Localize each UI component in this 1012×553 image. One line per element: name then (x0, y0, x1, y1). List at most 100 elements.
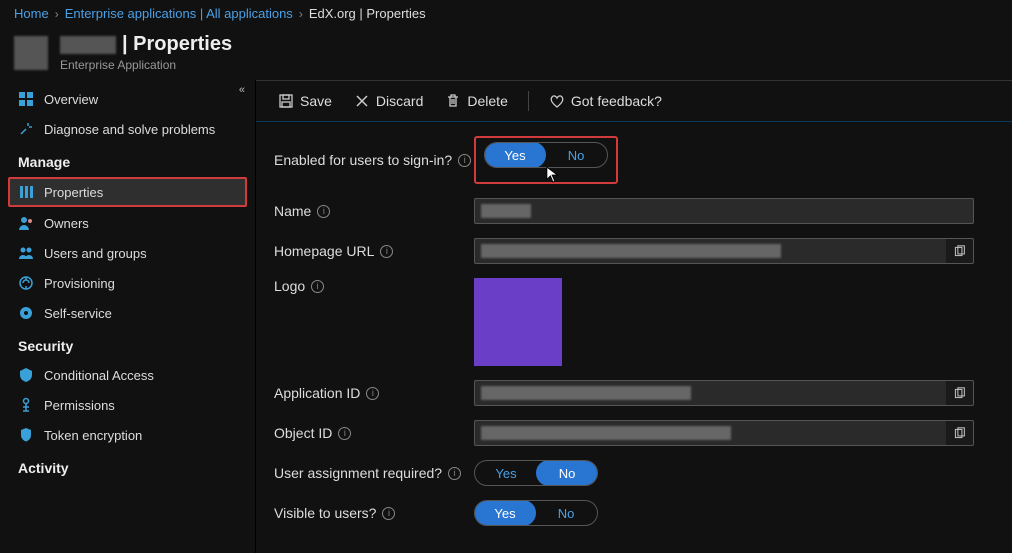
sidebar-item-token-encryption[interactable]: Token encryption (0, 420, 255, 450)
copy-homepage-button[interactable] (946, 238, 974, 264)
feedback-label: Got feedback? (571, 93, 662, 109)
assignment-no[interactable]: No (536, 460, 598, 486)
info-icon[interactable]: i (380, 245, 393, 258)
row-visible: Visible to users? i Yes No (274, 500, 994, 526)
discard-label: Discard (376, 93, 423, 109)
sidebar-item-permissions[interactable]: Permissions (0, 390, 255, 420)
enabled-no[interactable]: No (545, 143, 607, 167)
row-enabled: Enabled for users to sign-in? i Yes No (274, 136, 994, 184)
row-app-id: Application ID i (274, 380, 994, 406)
trash-icon (445, 93, 461, 109)
sidebar-item-users-groups[interactable]: Users and groups (0, 238, 255, 268)
sidebar-item-owners[interactable]: Owners (0, 208, 255, 238)
sidebar-item-self-service[interactable]: Self-service (0, 298, 255, 328)
visible-toggle[interactable]: Yes No (474, 500, 598, 526)
sidebar-item-label: Owners (44, 216, 89, 231)
label-app-id: Application ID (274, 385, 360, 401)
label-assignment: User assignment required? (274, 465, 442, 481)
overview-icon (18, 91, 34, 107)
row-homepage: Homepage URL i (274, 238, 994, 264)
label-object-id: Object ID (274, 425, 332, 441)
breadcrumb-current: EdX.org | Properties (309, 6, 426, 21)
chevron-right-icon: › (299, 7, 303, 21)
sidebar-item-label: Overview (44, 92, 98, 107)
nav-heading-manage: Manage (0, 144, 255, 176)
row-object-id: Object ID i (274, 420, 994, 446)
breadcrumb: Home › Enterprise applications | All app… (0, 0, 1012, 27)
homepage-input[interactable] (474, 238, 946, 264)
provisioning-icon (18, 275, 34, 291)
form-area: Enabled for users to sign-in? i Yes No (256, 122, 1012, 553)
save-label: Save (300, 93, 332, 109)
app-name-redacted (60, 36, 116, 54)
label-logo: Logo (274, 278, 305, 294)
app-logo-icon (14, 36, 48, 70)
copy-app-id-button[interactable] (946, 380, 974, 406)
row-logo: Logo i (274, 278, 994, 366)
delete-button[interactable]: Delete (437, 89, 515, 113)
permissions-icon (18, 397, 34, 413)
users-groups-icon (18, 245, 34, 261)
object-id-input[interactable] (474, 420, 946, 446)
sidebar-item-label: Token encryption (44, 428, 142, 443)
sidebar: « Overview Diagnose and solve problems M… (0, 80, 256, 553)
info-icon[interactable]: i (448, 467, 461, 480)
row-assignment: User assignment required? i Yes No (274, 460, 994, 486)
sidebar-item-label: Users and groups (44, 246, 147, 261)
label-enabled: Enabled for users to sign-in? (274, 152, 452, 168)
breadcrumb-apps[interactable]: Enterprise applications | All applicatio… (65, 6, 293, 21)
page-subtitle: Enterprise Application (60, 58, 232, 72)
sidebar-item-diagnose[interactable]: Diagnose and solve problems (0, 114, 255, 144)
name-input[interactable] (474, 198, 974, 224)
conditional-access-icon (18, 367, 34, 383)
collapse-sidebar-button[interactable]: « (235, 80, 249, 100)
heart-icon (549, 93, 565, 109)
label-homepage: Homepage URL (274, 243, 374, 259)
sidebar-item-properties[interactable]: Properties (8, 177, 247, 207)
info-icon[interactable]: i (458, 154, 471, 167)
nav-heading-security: Security (0, 328, 255, 360)
delete-label: Delete (467, 93, 507, 109)
sidebar-item-label: Provisioning (44, 276, 115, 291)
owners-icon (18, 215, 34, 231)
assignment-toggle[interactable]: Yes No (474, 460, 598, 486)
info-icon[interactable]: i (338, 427, 351, 440)
copy-object-id-button[interactable] (946, 420, 974, 446)
discard-button[interactable]: Discard (346, 89, 431, 113)
discard-icon (354, 93, 370, 109)
info-icon[interactable]: i (382, 507, 395, 520)
breadcrumb-home[interactable]: Home (14, 6, 49, 21)
info-icon[interactable]: i (317, 205, 330, 218)
shield-icon (18, 427, 34, 443)
enabled-highlight: Yes No (474, 136, 618, 184)
enabled-toggle[interactable]: Yes No (484, 142, 608, 168)
save-button[interactable]: Save (270, 89, 340, 113)
toolbar-divider (528, 91, 529, 111)
page-header: | Properties Enterprise Application (0, 27, 1012, 80)
self-service-icon (18, 305, 34, 321)
info-icon[interactable]: i (311, 280, 324, 293)
main: Save Discard Delete Got feedback? (256, 80, 1012, 553)
wrench-icon (18, 121, 34, 137)
logo-preview[interactable] (474, 278, 562, 366)
save-icon (278, 93, 294, 109)
label-visible: Visible to users? (274, 505, 376, 521)
visible-no[interactable]: No (535, 501, 597, 525)
enabled-yes[interactable]: Yes (484, 142, 546, 168)
assignment-yes[interactable]: Yes (475, 461, 537, 485)
sidebar-item-provisioning[interactable]: Provisioning (0, 268, 255, 298)
sidebar-item-label: Diagnose and solve problems (44, 122, 215, 137)
page-title: | Properties (122, 33, 232, 56)
info-icon[interactable]: i (366, 387, 379, 400)
row-name: Name i (274, 198, 994, 224)
feedback-button[interactable]: Got feedback? (541, 89, 670, 113)
toolbar: Save Discard Delete Got feedback? (256, 81, 1012, 122)
app-id-input[interactable] (474, 380, 946, 406)
sidebar-item-label: Self-service (44, 306, 112, 321)
sidebar-item-overview[interactable]: Overview (0, 84, 255, 114)
cursor-icon (546, 166, 560, 184)
sidebar-item-label: Properties (44, 185, 103, 200)
nav-heading-activity: Activity (0, 450, 255, 482)
sidebar-item-conditional-access[interactable]: Conditional Access (0, 360, 255, 390)
visible-yes[interactable]: Yes (474, 500, 536, 526)
